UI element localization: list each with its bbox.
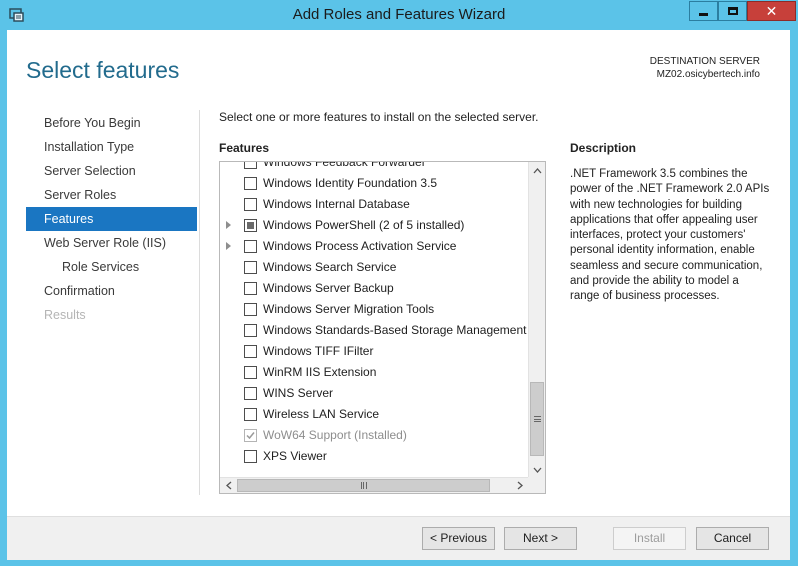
feature-row[interactable]: WoW64 Support (Installed) <box>220 425 528 446</box>
feature-row[interactable]: Windows Search Service <box>220 257 528 278</box>
feature-row[interactable]: Windows Server Backup <box>220 278 528 299</box>
scroll-up-arrow-icon[interactable] <box>529 162 545 179</box>
grip-icon <box>533 416 541 422</box>
features-tree[interactable]: Windows Feedback Forwarder Windows Identi… <box>219 161 546 494</box>
destination-server-name: MZ02.osicybertech.info <box>656 69 760 80</box>
feature-label: WINS Server <box>263 386 334 400</box>
feature-checkbox[interactable] <box>244 303 257 316</box>
horizontal-scroll-thumb[interactable] <box>237 479 490 492</box>
scrollbar-corner <box>528 477 545 493</box>
feature-checkbox[interactable] <box>244 219 257 232</box>
feature-checkbox[interactable] <box>244 240 257 253</box>
feature-checkbox[interactable] <box>244 177 257 190</box>
feature-row[interactable]: Windows Process Activation Service <box>220 236 528 257</box>
feature-row[interactable]: Windows Internal Database <box>220 194 528 215</box>
nav-item-web-server-role[interactable]: Web Server Role (IIS) <box>26 231 197 255</box>
wizard-navigation: Before You Begin Installation Type Serve… <box>26 111 197 327</box>
feature-label: Windows Search Service <box>263 260 397 274</box>
feature-row[interactable]: Windows Feedback Forwarder <box>220 161 528 173</box>
vertical-scroll-thumb[interactable] <box>530 382 544 456</box>
feature-label: Windows Feedback Forwarder <box>263 161 426 169</box>
minimize-icon <box>699 12 708 16</box>
navigation-divider <box>199 110 200 495</box>
checkmark-icon <box>246 432 255 440</box>
feature-row[interactable]: Windows Identity Foundation 3.5 <box>220 173 528 194</box>
feature-checkbox[interactable] <box>244 387 257 400</box>
window-title: Add Roles and Features Wizard <box>292 6 506 23</box>
feature-label: Windows Process Activation Service <box>263 239 457 253</box>
feature-row[interactable]: WinRM IIS Extension <box>220 362 528 383</box>
feature-label: Windows Identity Foundation 3.5 <box>263 176 438 190</box>
wizard-footer: < Previous Next > Install Cancel <box>7 516 790 560</box>
scroll-down-arrow-icon[interactable] <box>529 461 545 478</box>
feature-checkbox[interactable] <box>244 324 257 337</box>
feature-label: Windows TIFF IFilter <box>263 344 374 358</box>
next-button[interactable]: Next > <box>504 527 577 550</box>
feature-label: Wireless LAN Service <box>263 407 380 421</box>
feature-checkbox[interactable] <box>244 345 257 358</box>
features-list: Windows Feedback Forwarder Windows Identi… <box>220 161 528 467</box>
feature-checkbox <box>244 429 257 442</box>
close-icon: ✕ <box>765 3 778 19</box>
feature-label: XPS Viewer <box>263 449 327 463</box>
feature-label: WoW64 Support (Installed) <box>263 428 407 442</box>
nav-item-confirmation[interactable]: Confirmation <box>26 279 197 303</box>
previous-button[interactable]: < Previous <box>422 527 495 550</box>
expand-arrow-icon[interactable] <box>226 242 231 250</box>
feature-row[interactable]: Windows Server Migration Tools <box>220 299 528 320</box>
wizard-client-area: Select features DESTINATION SERVER MZ02.… <box>7 30 790 560</box>
nav-item-server-selection[interactable]: Server Selection <box>26 159 197 183</box>
feature-label: Windows Internal Database <box>263 197 410 211</box>
feature-checkbox[interactable] <box>244 261 257 274</box>
feature-checkbox[interactable] <box>244 162 257 169</box>
nav-item-results: Results <box>44 308 86 322</box>
expand-arrow-icon[interactable] <box>226 221 231 229</box>
wizard-header: Select features DESTINATION SERVER MZ02.… <box>7 30 790 105</box>
grip-icon <box>360 482 367 489</box>
feature-checkbox[interactable] <box>244 366 257 379</box>
feature-row[interactable]: XPS Viewer <box>220 446 528 467</box>
destination-server-label: DESTINATION SERVER <box>649 56 760 67</box>
install-button: Install <box>613 527 686 550</box>
page-title: Select features <box>26 57 180 83</box>
close-button[interactable]: ✕ <box>747 1 796 21</box>
scroll-left-arrow-icon[interactable] <box>220 478 237 493</box>
feature-checkbox[interactable] <box>244 450 257 463</box>
nav-item-before-you-begin[interactable]: Before You Begin <box>26 111 197 135</box>
feature-checkbox[interactable] <box>244 408 257 421</box>
minimize-button[interactable] <box>689 1 718 21</box>
cancel-button[interactable]: Cancel <box>696 527 769 550</box>
maximize-icon <box>727 7 738 15</box>
feature-label: Windows Server Backup <box>263 281 394 295</box>
nav-item-role-services[interactable]: Role Services <box>26 255 197 279</box>
feature-checkbox[interactable] <box>244 198 257 211</box>
instruction-text: Select one or more features to install o… <box>219 110 539 124</box>
nav-item-installation-type[interactable]: Installation Type <box>26 135 197 159</box>
horizontal-scrollbar[interactable] <box>220 477 528 493</box>
maximize-button[interactable] <box>718 1 747 21</box>
feature-row[interactable]: Windows TIFF IFilter <box>220 341 528 362</box>
feature-row[interactable]: Wireless LAN Service <box>220 404 528 425</box>
feature-row[interactable]: WINS Server <box>220 383 528 404</box>
description-text: .NET Framework 3.5 combines the power of… <box>570 168 770 303</box>
nav-item-server-roles[interactable]: Server Roles <box>26 183 197 207</box>
feature-row[interactable]: Windows Standards-Based Storage Manageme… <box>220 320 528 341</box>
description-heading: Description <box>570 141 637 155</box>
features-heading: Features <box>219 141 270 155</box>
vertical-scrollbar[interactable] <box>528 162 545 478</box>
feature-row[interactable]: Windows PowerShell (2 of 5 installed) <box>220 215 528 236</box>
feature-label: Windows Standards-Based Storage Manageme… <box>263 323 527 337</box>
feature-checkbox[interactable] <box>244 282 257 295</box>
scroll-right-arrow-icon[interactable] <box>511 478 528 493</box>
nav-item-features[interactable]: Features <box>26 207 197 231</box>
feature-label: Windows Server Migration Tools <box>263 302 435 316</box>
title-bar[interactable]: Add Roles and Features Wizard ✕ <box>0 0 798 30</box>
feature-label: Windows PowerShell (2 of 5 installed) <box>263 218 465 232</box>
feature-label: WinRM IIS Extension <box>263 365 377 379</box>
